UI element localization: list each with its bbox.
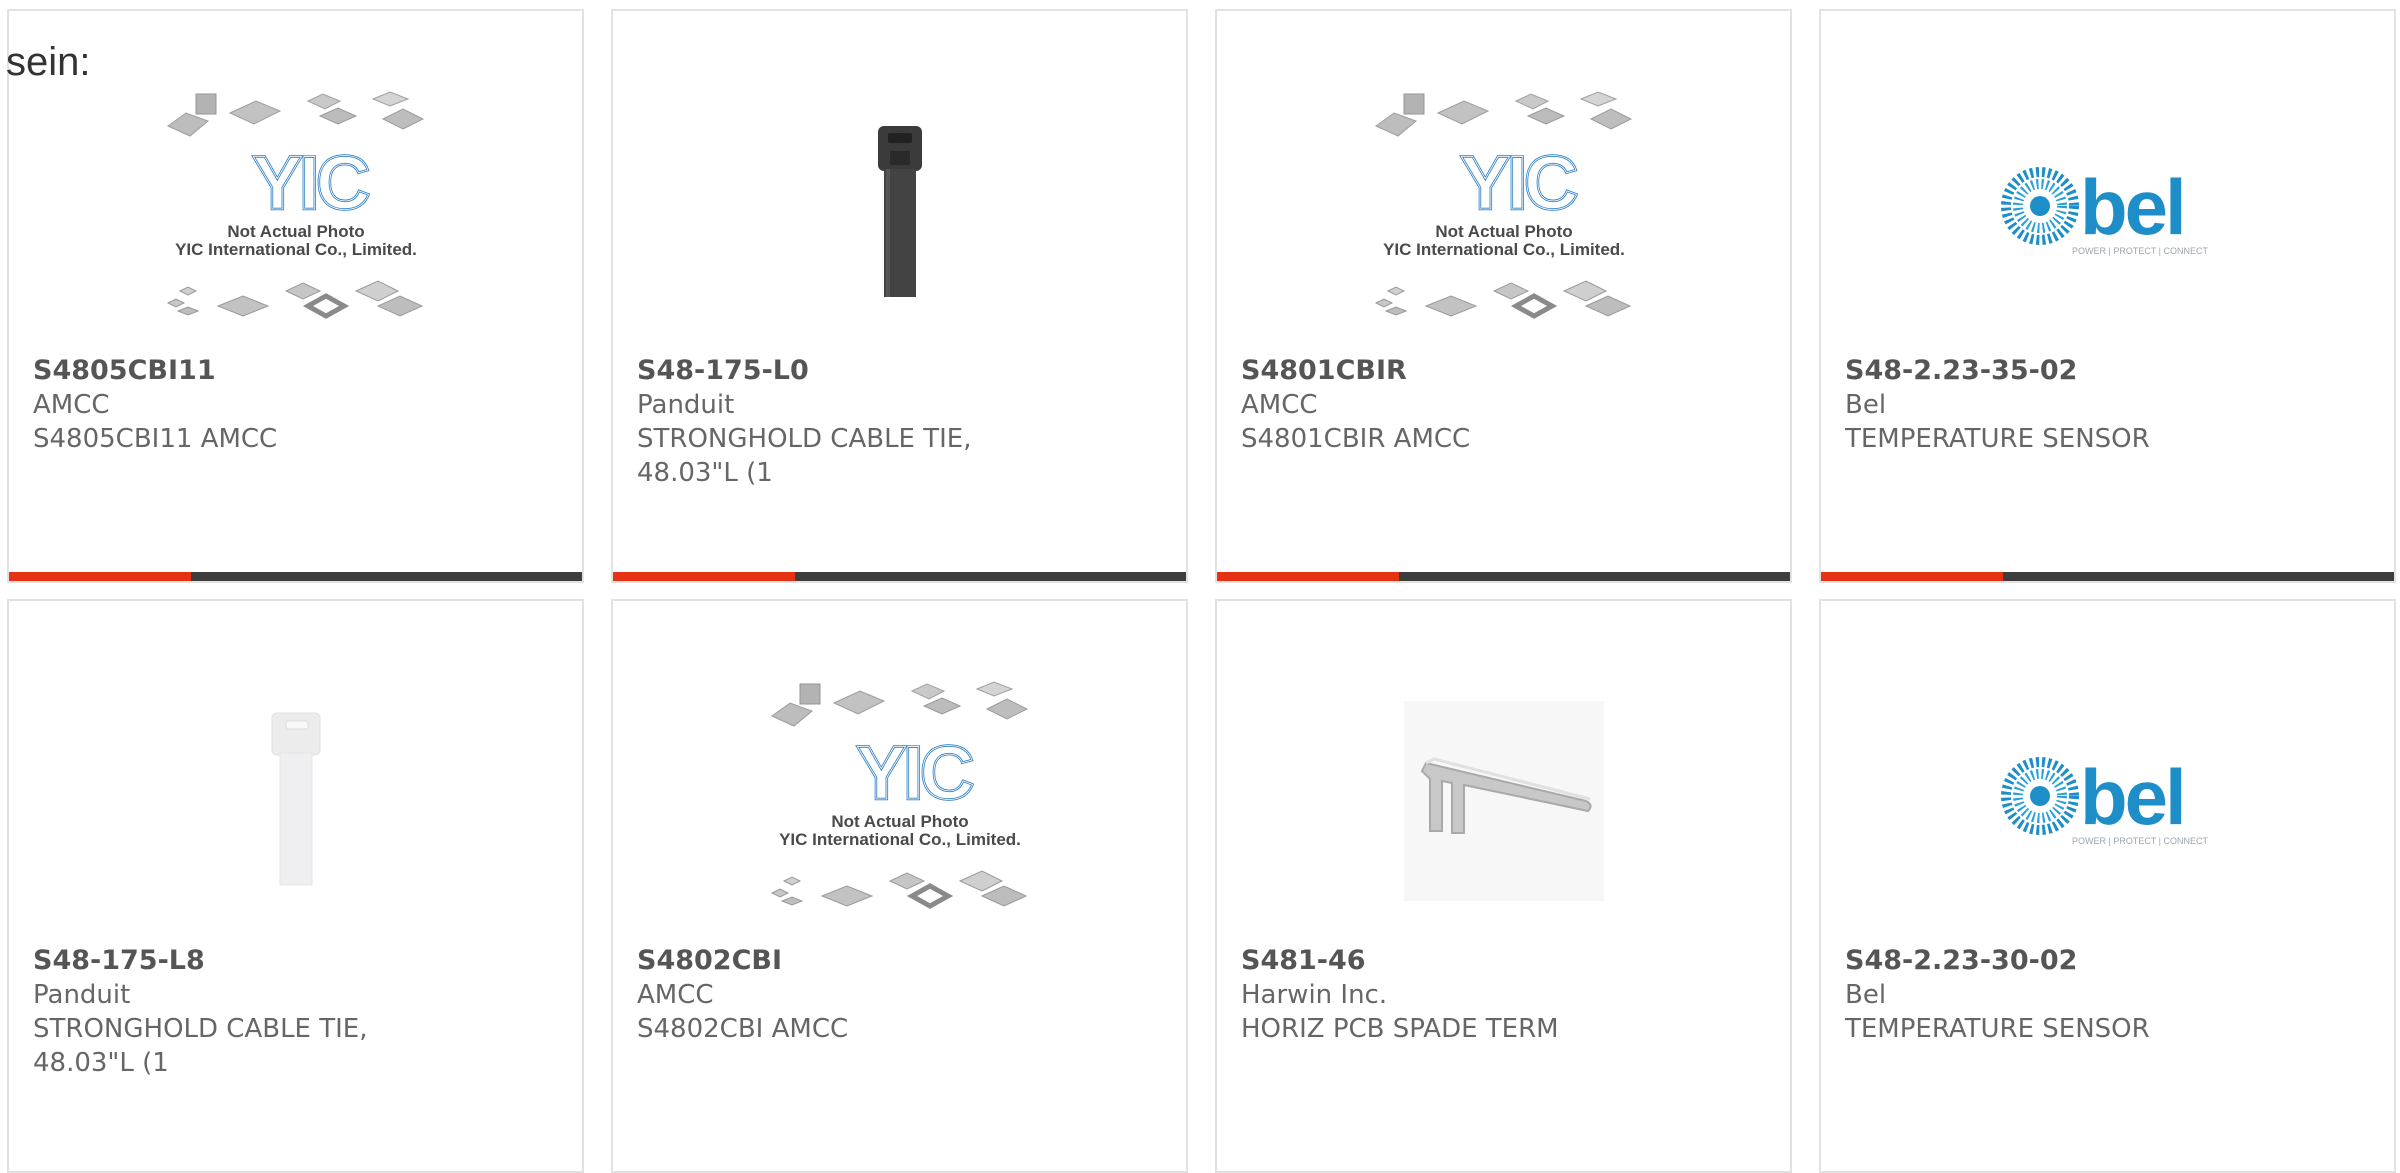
placeholder-line2: YIC International Co., Limited.	[175, 240, 417, 259]
placeholder-line2: YIC International Co., Limited.	[1383, 240, 1625, 259]
card-bottom-bar	[1821, 572, 2394, 581]
product-image-placeholder[interactable]: Not Actual Photo YIC International Co., …	[1217, 66, 1790, 356]
brand-name: Bel	[1845, 980, 1887, 1010]
brand-name: Bel	[1845, 390, 1887, 420]
product-image[interactable]	[9, 656, 582, 946]
product-card[interactable]: S481-46 Harwin Inc. HORIZ PCB SPADE TERM	[1215, 599, 1792, 1173]
product-image-placeholder[interactable]: Not Actual Photo YIC International Co., …	[613, 656, 1186, 946]
placeholder-line1: Not Actual Photo	[831, 812, 968, 831]
product-card[interactable]: S48-175-L8 Panduit STRONGHOLD CABLE TIE,…	[7, 599, 584, 1173]
product-description: TEMPERATURE SENSOR	[1845, 1014, 2150, 1044]
product-description: TEMPERATURE SENSOR	[1845, 424, 2150, 454]
part-number[interactable]: S4805CBI11	[33, 354, 493, 388]
card-bottom-bar	[613, 572, 1186, 581]
card-accent-bar	[1217, 572, 1399, 581]
bel-logo-icon: bel POWER | PROTECT | CONNECT	[2000, 753, 2208, 846]
part-number[interactable]: S4802CBI	[637, 944, 1097, 978]
part-number[interactable]: S48-2.23-30-02	[1845, 944, 2305, 978]
product-card[interactable]: bel POWER | PROTECT | CONNECT S48-2.23-3…	[1819, 9, 2396, 583]
part-number[interactable]: S4801CBIR	[1241, 354, 1701, 388]
brand-name: AMCC	[1241, 390, 1318, 420]
product-description: S4801CBIR AMCC	[1241, 424, 1471, 454]
placeholder-line2: YIC International Co., Limited.	[779, 830, 1021, 849]
product-card[interactable]: Not Actual Photo YIC International Co., …	[611, 599, 1188, 1173]
brand-name: Harwin Inc.	[1241, 980, 1388, 1010]
cable-tie-white-icon	[271, 712, 320, 886]
placeholder-line1: Not Actual Photo	[1435, 222, 1572, 241]
product-card[interactable]: bel POWER | PROTECT | CONNECT S48-2.23-3…	[1819, 599, 2396, 1173]
product-image[interactable]	[1217, 656, 1790, 946]
product-image[interactable]	[613, 66, 1186, 356]
placeholder-line1: Not Actual Photo	[227, 222, 364, 241]
brand-name: Panduit	[33, 980, 131, 1010]
part-number[interactable]: S48-2.23-35-02	[1845, 354, 2305, 388]
product-image[interactable]: bel POWER | PROTECT | CONNECT	[1821, 66, 2394, 356]
product-description: S4802CBI AMCC	[637, 1014, 849, 1044]
product-description: HORIZ PCB SPADE TERM	[1241, 1014, 1559, 1044]
bel-tagline: POWER | PROTECT | CONNECT	[2071, 246, 2208, 256]
card-bottom-bar	[1217, 572, 1790, 581]
product-description: STRONGHOLD CABLE TIE, 48.03"L (1	[637, 424, 972, 488]
product-card[interactable]: Not Actual Photo YIC International Co., …	[7, 9, 584, 583]
card-bottom-bar	[9, 572, 582, 581]
brand-name: AMCC	[33, 390, 110, 420]
card-accent-bar	[1821, 572, 2003, 581]
card-accent-bar	[613, 572, 795, 581]
page-fragment-text: sein:	[6, 40, 91, 84]
bel-logo-icon: bel POWER | PROTECT | CONNECT	[2000, 163, 2208, 256]
part-number[interactable]: S48-175-L0	[637, 354, 1097, 388]
part-number[interactable]: S48-175-L8	[33, 944, 493, 978]
brand-name: AMCC	[637, 980, 714, 1010]
card-accent-bar	[9, 572, 191, 581]
product-card[interactable]: Not Actual Photo YIC International Co., …	[1215, 9, 1792, 583]
bel-logo-text: bel	[2080, 753, 2184, 841]
part-number[interactable]: S481-46	[1241, 944, 1701, 978]
brand-name: Panduit	[637, 390, 735, 420]
spade-terminal-icon	[1403, 701, 1604, 901]
bel-logo-text: bel	[2080, 163, 2184, 251]
product-image[interactable]: bel POWER | PROTECT | CONNECT	[1821, 656, 2394, 946]
product-description: S4805CBI11 AMCC	[33, 424, 278, 454]
product-image-placeholder[interactable]: Not Actual Photo YIC International Co., …	[9, 66, 582, 356]
product-description: STRONGHOLD CABLE TIE, 48.03"L (1	[33, 1014, 368, 1078]
bel-tagline: POWER | PROTECT | CONNECT	[2071, 836, 2208, 846]
cable-tie-black-icon	[877, 126, 922, 297]
product-card[interactable]: S48-175-L0 Panduit STRONGHOLD CABLE TIE,…	[611, 9, 1188, 583]
